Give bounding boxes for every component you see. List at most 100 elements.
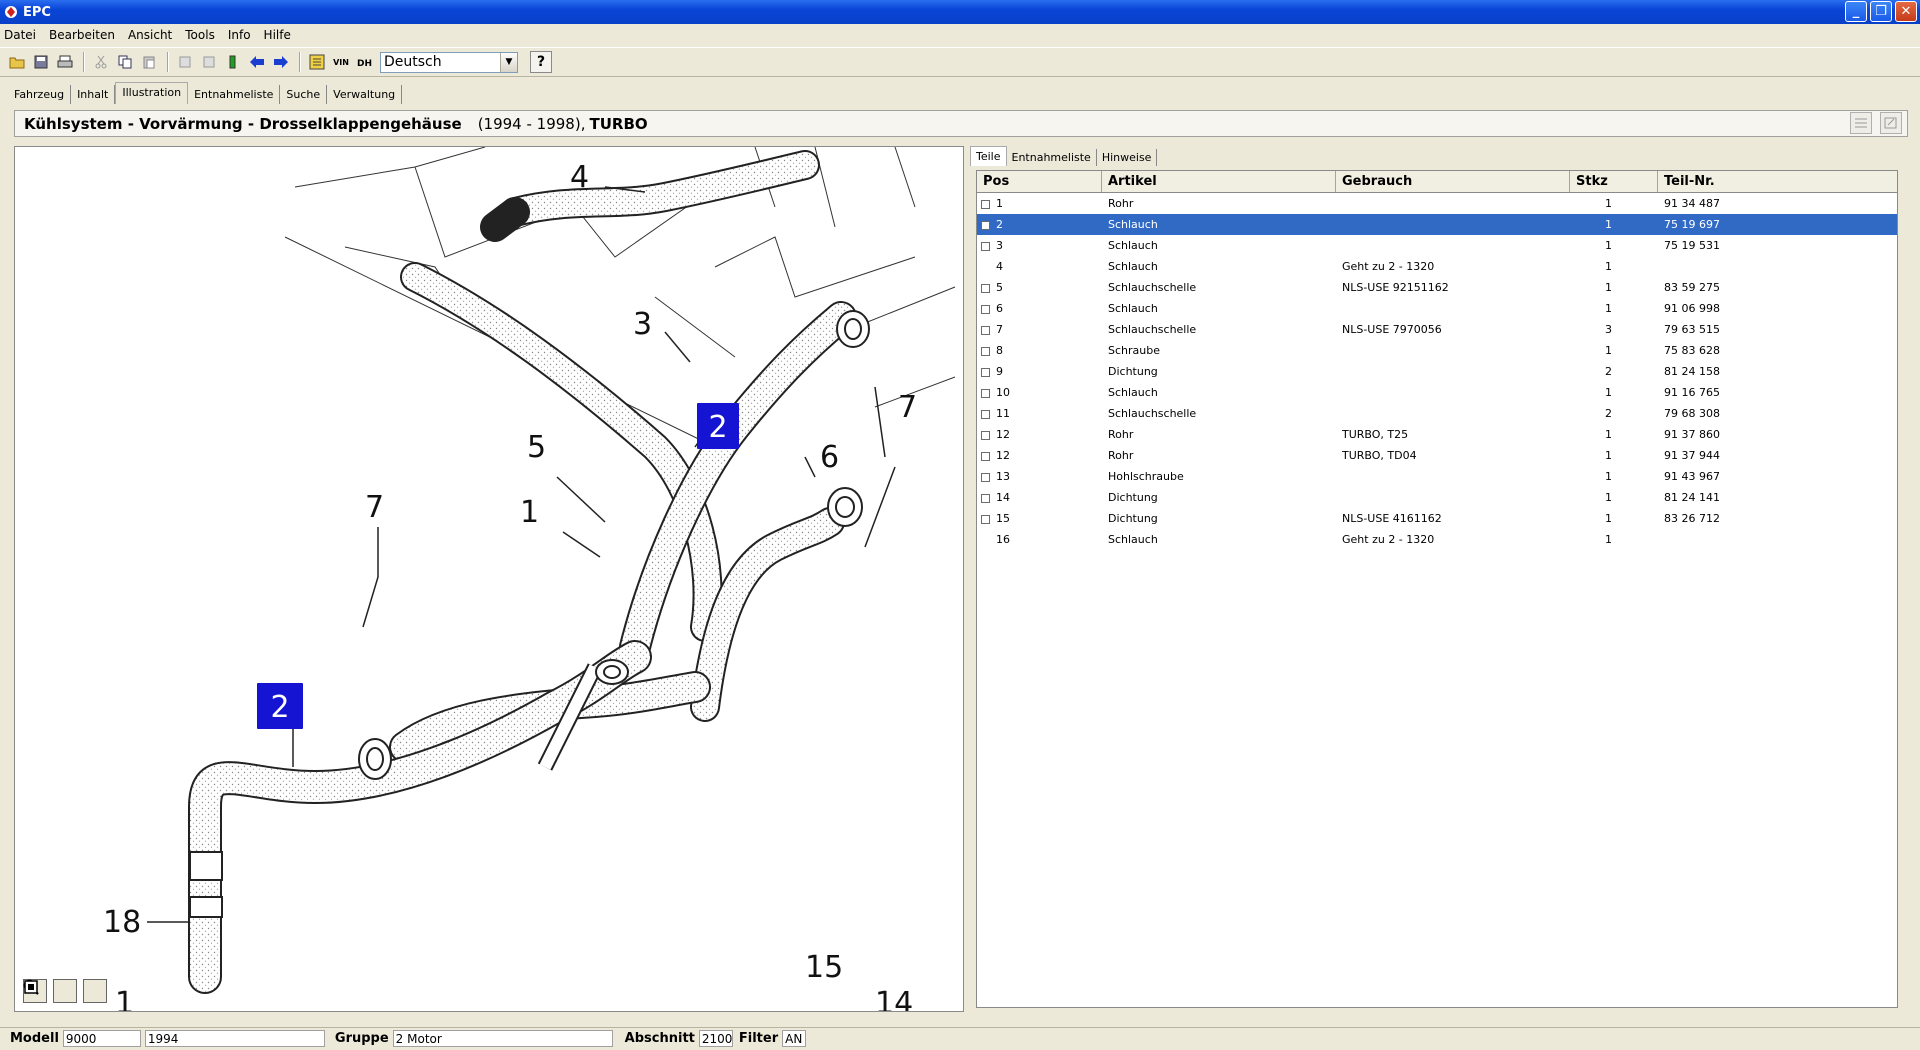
column-gebrauch[interactable]: Gebrauch xyxy=(1336,171,1570,192)
save-button[interactable] xyxy=(30,51,52,73)
cell-stkz: 1 xyxy=(1570,197,1658,210)
row-checkbox[interactable] xyxy=(981,472,990,482)
list-button[interactable] xyxy=(306,51,328,73)
dhs-button[interactable]: DH xyxy=(354,51,376,73)
table-row[interactable]: 6 Schlauch 1 91 06 998 xyxy=(977,298,1897,319)
cell-stkz-text: 3 xyxy=(1605,323,1612,336)
column-pos[interactable]: Pos xyxy=(977,171,1102,192)
tab-fahrzeug[interactable]: Fahrzeug xyxy=(8,85,72,104)
year-value: 1994 xyxy=(144,1029,325,1047)
table-row[interactable]: 15 Dichtung NLS-USE 4161162 1 83 26 712 xyxy=(977,508,1897,529)
tab-illustration[interactable]: Illustration xyxy=(115,82,189,104)
table-row[interactable]: 1 Rohr 1 91 34 487 xyxy=(977,193,1897,214)
table-row[interactable]: 13 Hohlschraube 1 91 43 967 xyxy=(977,466,1897,487)
language-select[interactable]: Deutsch ▼ xyxy=(380,51,518,73)
row-checkbox[interactable] xyxy=(981,325,990,335)
illustration-panel[interactable]: 4 3 5 1 7 7 6 18 15 14 1 2 2 xyxy=(14,146,964,1012)
menu-ansicht[interactable]: Ansicht xyxy=(128,28,172,42)
tab-inhalt[interactable]: Inhalt xyxy=(71,85,116,104)
tab-hinweise[interactable]: Hinweise xyxy=(1097,149,1158,166)
label-7-left[interactable]: 7 xyxy=(365,490,384,525)
menu-info[interactable]: Info xyxy=(228,28,251,42)
split-view-button[interactable] xyxy=(1850,112,1872,134)
row-checkbox[interactable] xyxy=(981,283,990,293)
table-row[interactable]: 2 Schlauch 1 75 19 697 xyxy=(977,214,1897,235)
cell-artikel-text: Schlauchschelle xyxy=(1108,323,1197,336)
row-checkbox[interactable] xyxy=(981,493,990,503)
restore-button[interactable]: ❐ xyxy=(1870,1,1892,22)
label-3[interactable]: 3 xyxy=(633,307,652,342)
table-row[interactable]: 16 Schlauch Geht zu 2 - 1320 1 xyxy=(977,529,1897,550)
table-row[interactable]: 12 Rohr TURBO, T25 1 91 37 860 xyxy=(977,424,1897,445)
parts-table: Pos Artikel Gebrauch Stkz Teil-Nr. 1 Rohr… xyxy=(976,170,1898,1008)
copy-icon xyxy=(118,55,132,69)
row-checkbox[interactable] xyxy=(981,451,990,461)
row-checkbox[interactable] xyxy=(981,367,990,377)
redo-button[interactable] xyxy=(198,51,220,73)
notes-button[interactable] xyxy=(1880,112,1902,134)
label-4[interactable]: 4 xyxy=(570,160,589,195)
label-14[interactable]: 14 xyxy=(875,986,913,1012)
tab-entnahmeliste[interactable]: Entnahmeliste xyxy=(188,85,281,104)
row-checkbox[interactable] xyxy=(981,241,990,251)
label-1-bottom[interactable]: 1 xyxy=(115,986,134,1012)
open-button[interactable] xyxy=(6,51,28,73)
menu-hilfe[interactable]: Hilfe xyxy=(264,28,291,42)
row-checkbox[interactable] xyxy=(981,220,990,230)
menu-bearbeiten[interactable]: Bearbeiten xyxy=(49,28,115,42)
table-row[interactable]: 4 Schlauch Geht zu 2 - 1320 1 xyxy=(977,256,1897,277)
table-row[interactable]: 10 Schlauch 1 91 16 765 xyxy=(977,382,1897,403)
table-row[interactable]: 11 Schlauchschelle 2 79 68 308 xyxy=(977,403,1897,424)
forward-button[interactable] xyxy=(270,51,292,73)
callout-2-lower[interactable]: 2 xyxy=(257,683,303,729)
row-checkbox[interactable] xyxy=(981,346,990,356)
tab-suche[interactable]: Suche xyxy=(280,85,328,104)
row-checkbox[interactable] xyxy=(981,388,990,398)
table-row[interactable]: 8 Schraube 1 75 83 628 xyxy=(977,340,1897,361)
table-row[interactable]: 7 Schlauchschelle NLS-USE 7970056 3 79 63 51… xyxy=(977,319,1897,340)
tab-verwaltung[interactable]: Verwaltung xyxy=(327,85,403,104)
marker-button[interactable] xyxy=(222,51,244,73)
column-teilnr[interactable]: Teil-Nr. xyxy=(1658,171,1897,192)
tab-teile[interactable]: Teile xyxy=(970,146,1007,166)
label-6[interactable]: 6 xyxy=(820,440,839,475)
tab-parts-entnahmeliste[interactable]: Entnahmeliste xyxy=(1007,149,1097,166)
vin-button[interactable]: VIN xyxy=(330,51,352,73)
row-checkbox[interactable] xyxy=(981,514,990,524)
print-button[interactable] xyxy=(54,51,76,73)
menu-datei[interactable]: Datei xyxy=(4,28,36,42)
copy-button[interactable] xyxy=(114,51,136,73)
table-row[interactable]: 5 Schlauchschelle NLS-USE 92151162 1 83 59 2… xyxy=(977,277,1897,298)
menu-tools[interactable]: Tools xyxy=(185,28,215,42)
label-15[interactable]: 15 xyxy=(805,950,843,985)
row-checkbox[interactable] xyxy=(981,199,990,209)
label-7-right[interactable]: 7 xyxy=(898,390,917,425)
help-button[interactable]: ? xyxy=(530,51,552,73)
column-artikel[interactable]: Artikel xyxy=(1102,171,1336,192)
close-button[interactable]: ✕ xyxy=(1895,1,1917,22)
undo-button[interactable] xyxy=(174,51,196,73)
label-5[interactable]: 5 xyxy=(527,430,546,465)
table-row[interactable]: 12 Rohr TURBO, TD04 1 91 37 944 xyxy=(977,445,1897,466)
back-button[interactable] xyxy=(246,51,268,73)
label-1[interactable]: 1 xyxy=(520,495,539,530)
column-stkz[interactable]: Stkz xyxy=(1570,171,1658,192)
exploded-diagram[interactable]: 4 3 5 1 7 7 6 18 15 14 1 2 2 xyxy=(15,147,964,1012)
label-18[interactable]: 18 xyxy=(103,905,141,940)
zoom-out-button[interactable] xyxy=(23,979,77,1003)
minimize-button[interactable]: _ xyxy=(1845,1,1867,22)
paste-button[interactable] xyxy=(138,51,160,73)
table-row[interactable]: 3 Schlauch 1 75 19 531 xyxy=(977,235,1897,256)
cell-teilnr-text: 91 37 860 xyxy=(1664,428,1720,441)
row-checkbox[interactable] xyxy=(981,409,990,419)
cell-gebrauch-text: Geht zu 2 - 1320 xyxy=(1342,260,1435,273)
row-checkbox[interactable] xyxy=(981,430,990,440)
cut-button[interactable] xyxy=(90,51,112,73)
cell-pos: 6 xyxy=(977,302,1102,315)
cell-pos: 14 xyxy=(977,491,1102,504)
table-row[interactable]: 9 Dichtung 2 81 24 158 xyxy=(977,361,1897,382)
row-checkbox[interactable] xyxy=(981,304,990,314)
table-row[interactable]: 14 Dichtung 1 81 24 141 xyxy=(977,487,1897,508)
fit-view-button[interactable] xyxy=(24,979,107,1003)
callout-2-upper[interactable]: 2 xyxy=(697,403,739,449)
